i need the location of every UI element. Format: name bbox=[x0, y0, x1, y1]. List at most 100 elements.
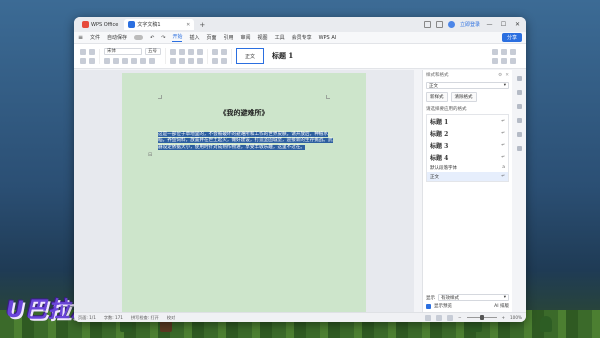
italic-icon[interactable] bbox=[113, 58, 119, 64]
close-tab-icon[interactable]: ✕ bbox=[186, 22, 190, 28]
border-icon[interactable] bbox=[212, 57, 218, 64]
selected-paragraph[interactable]: 这是一部位于草地里的，不会被破坏的避难所和工作的世界皮肤。请开放后，种植水稻，养… bbox=[158, 132, 336, 151]
find-icon[interactable] bbox=[492, 48, 498, 55]
show-select[interactable]: 有效样式 ▾ bbox=[438, 294, 509, 301]
highlight-icon[interactable] bbox=[149, 58, 155, 64]
autosave-toggle[interactable] bbox=[134, 35, 144, 40]
spell-check-status[interactable]: 拼写检查: 打开 bbox=[131, 315, 159, 321]
panel-actions: 新样式 清除格式 bbox=[426, 92, 509, 102]
sidebar-layout-icon[interactable] bbox=[516, 118, 522, 123]
file-menu[interactable]: 文件 bbox=[90, 34, 100, 41]
more-tools-icon[interactable] bbox=[510, 57, 516, 64]
layout-tool-icon[interactable] bbox=[492, 57, 498, 64]
maximize-icon[interactable]: ☐ bbox=[499, 21, 508, 28]
replace-icon[interactable] bbox=[501, 48, 507, 55]
preview-checkbox[interactable] bbox=[426, 303, 431, 309]
tab-home[interactable]: 开始 bbox=[172, 33, 183, 42]
new-style-button[interactable]: 新样式 bbox=[426, 92, 448, 102]
style-item-normal[interactable]: 正文 ↵ bbox=[427, 172, 508, 181]
wps-window: WPS Office 文字文稿1 ✕ + 立即登录 — ☐ ✕ ≡ 文件 自动保… bbox=[74, 17, 526, 322]
bold-icon[interactable] bbox=[104, 58, 110, 64]
sidebar-help-icon[interactable] bbox=[516, 146, 522, 151]
page-count[interactable]: 页面: 1/1 bbox=[78, 315, 96, 321]
strikethrough-icon[interactable] bbox=[131, 58, 137, 64]
redo-icon[interactable]: ↷ bbox=[161, 35, 165, 41]
align-left-icon[interactable] bbox=[170, 57, 176, 64]
copy-icon[interactable] bbox=[80, 57, 86, 64]
window-list-icon[interactable] bbox=[435, 21, 443, 28]
document-title[interactable]: 《我的避难所》 bbox=[122, 108, 366, 118]
sidebar-style-icon[interactable] bbox=[516, 76, 522, 81]
cut-icon[interactable] bbox=[89, 48, 95, 55]
ai-layout-button[interactable]: AI 排版 bbox=[494, 303, 509, 309]
menu-icon[interactable]: ≡ bbox=[78, 34, 83, 41]
share-button[interactable]: 分享 bbox=[501, 33, 522, 42]
font-name-select[interactable]: 宋体 bbox=[104, 48, 142, 55]
close-window-icon[interactable]: ✕ bbox=[513, 21, 522, 28]
tab-member[interactable]: 会员专享 bbox=[292, 34, 312, 41]
style-item-heading3[interactable]: 标题 3 ↵ bbox=[427, 139, 508, 151]
select-icon[interactable] bbox=[510, 48, 516, 55]
tab-review[interactable]: 审阅 bbox=[241, 34, 251, 41]
paste-icon[interactable] bbox=[80, 48, 86, 55]
tab-tools[interactable]: 工具 bbox=[275, 34, 285, 41]
avatar[interactable] bbox=[447, 21, 455, 28]
font-size-select[interactable]: 五号 bbox=[145, 48, 161, 55]
number-list-icon[interactable] bbox=[179, 48, 185, 55]
right-tools-group bbox=[492, 48, 520, 64]
bullet-list-icon[interactable] bbox=[170, 48, 176, 55]
read-mode-icon[interactable] bbox=[435, 314, 442, 321]
new-tab-icon[interactable]: + bbox=[199, 21, 205, 29]
style-item-heading2[interactable]: 标题 2 ↵ bbox=[427, 127, 508, 139]
panel-settings-icon[interactable]: ⚙ bbox=[498, 73, 502, 78]
underline-icon[interactable] bbox=[122, 58, 128, 64]
style-item-default-font[interactable]: 默认段落字体 a bbox=[427, 163, 508, 172]
align-center-icon[interactable] bbox=[179, 57, 185, 64]
paragraph-handle-icon[interactable]: ⊟ bbox=[148, 152, 152, 158]
text-tool-icon[interactable] bbox=[501, 57, 507, 64]
shading-icon[interactable] bbox=[221, 48, 227, 55]
tab-view[interactable]: 视图 bbox=[258, 34, 268, 41]
justify-icon[interactable] bbox=[197, 57, 203, 64]
line-spacing-icon[interactable] bbox=[212, 48, 218, 55]
current-style-select[interactable]: 正文 ▾ bbox=[426, 82, 509, 89]
paragraph-mark-icon: ↵ bbox=[501, 118, 505, 124]
word-count[interactable]: 字数: 171 bbox=[104, 315, 123, 321]
indent-icon[interactable] bbox=[188, 48, 194, 55]
zoom-in-icon[interactable]: + bbox=[502, 315, 506, 320]
zoom-out-icon[interactable]: − bbox=[458, 315, 462, 320]
style-item-heading1[interactable]: 标题 1 ↵ bbox=[427, 115, 508, 127]
align-right-icon[interactable] bbox=[188, 57, 194, 64]
tab-page[interactable]: 页面 bbox=[207, 34, 217, 41]
sidebar-select-icon[interactable] bbox=[516, 104, 522, 109]
login-link[interactable]: 立即登录 bbox=[460, 21, 480, 28]
font-color-icon[interactable] bbox=[140, 58, 146, 64]
tab-reference[interactable]: 引用 bbox=[224, 34, 234, 41]
sidebar-edit-icon[interactable] bbox=[516, 90, 522, 95]
zoom-level[interactable]: 100% bbox=[510, 315, 522, 320]
style-normal-box[interactable]: 正文 bbox=[236, 48, 264, 64]
zoom-slider[interactable] bbox=[466, 315, 497, 320]
layout-icon[interactable] bbox=[423, 21, 431, 28]
style-heading1-box[interactable]: 标题 1 bbox=[272, 51, 293, 61]
zoom-slider-thumb[interactable] bbox=[479, 315, 484, 320]
view-mode-icon[interactable] bbox=[424, 314, 431, 321]
paragraph-mark-icon: ↵ bbox=[501, 130, 505, 136]
clear-format-button[interactable]: 清除格式 bbox=[450, 92, 477, 102]
format-painter-icon[interactable] bbox=[89, 57, 95, 64]
paragraph-mark-icon: ↵ bbox=[501, 174, 505, 179]
outdent-icon[interactable] bbox=[197, 48, 203, 55]
undo-icon[interactable]: ↶ bbox=[150, 35, 154, 41]
document-page[interactable]: 《我的避难所》 ⊟ 这是一部位于草地里的，不会被破坏的避难所和工作的世界皮肤。请… bbox=[122, 73, 366, 313]
web-mode-icon[interactable] bbox=[446, 314, 453, 321]
tab-wps-ai[interactable]: WPS AI bbox=[319, 35, 337, 41]
proofread-button[interactable]: 校对 bbox=[167, 315, 175, 321]
minimize-icon[interactable]: — bbox=[485, 21, 494, 28]
tab-insert[interactable]: 插入 bbox=[189, 34, 199, 41]
style-item-heading4[interactable]: 标题 4 ↵ bbox=[427, 151, 508, 163]
sidebar-share-icon[interactable] bbox=[516, 132, 522, 137]
app-tab[interactable]: WPS Office bbox=[78, 19, 122, 30]
panel-close-icon[interactable]: ✕ bbox=[505, 73, 509, 78]
sort-icon[interactable] bbox=[221, 57, 227, 64]
document-tab[interactable]: 文字文稿1 ✕ bbox=[124, 19, 195, 30]
